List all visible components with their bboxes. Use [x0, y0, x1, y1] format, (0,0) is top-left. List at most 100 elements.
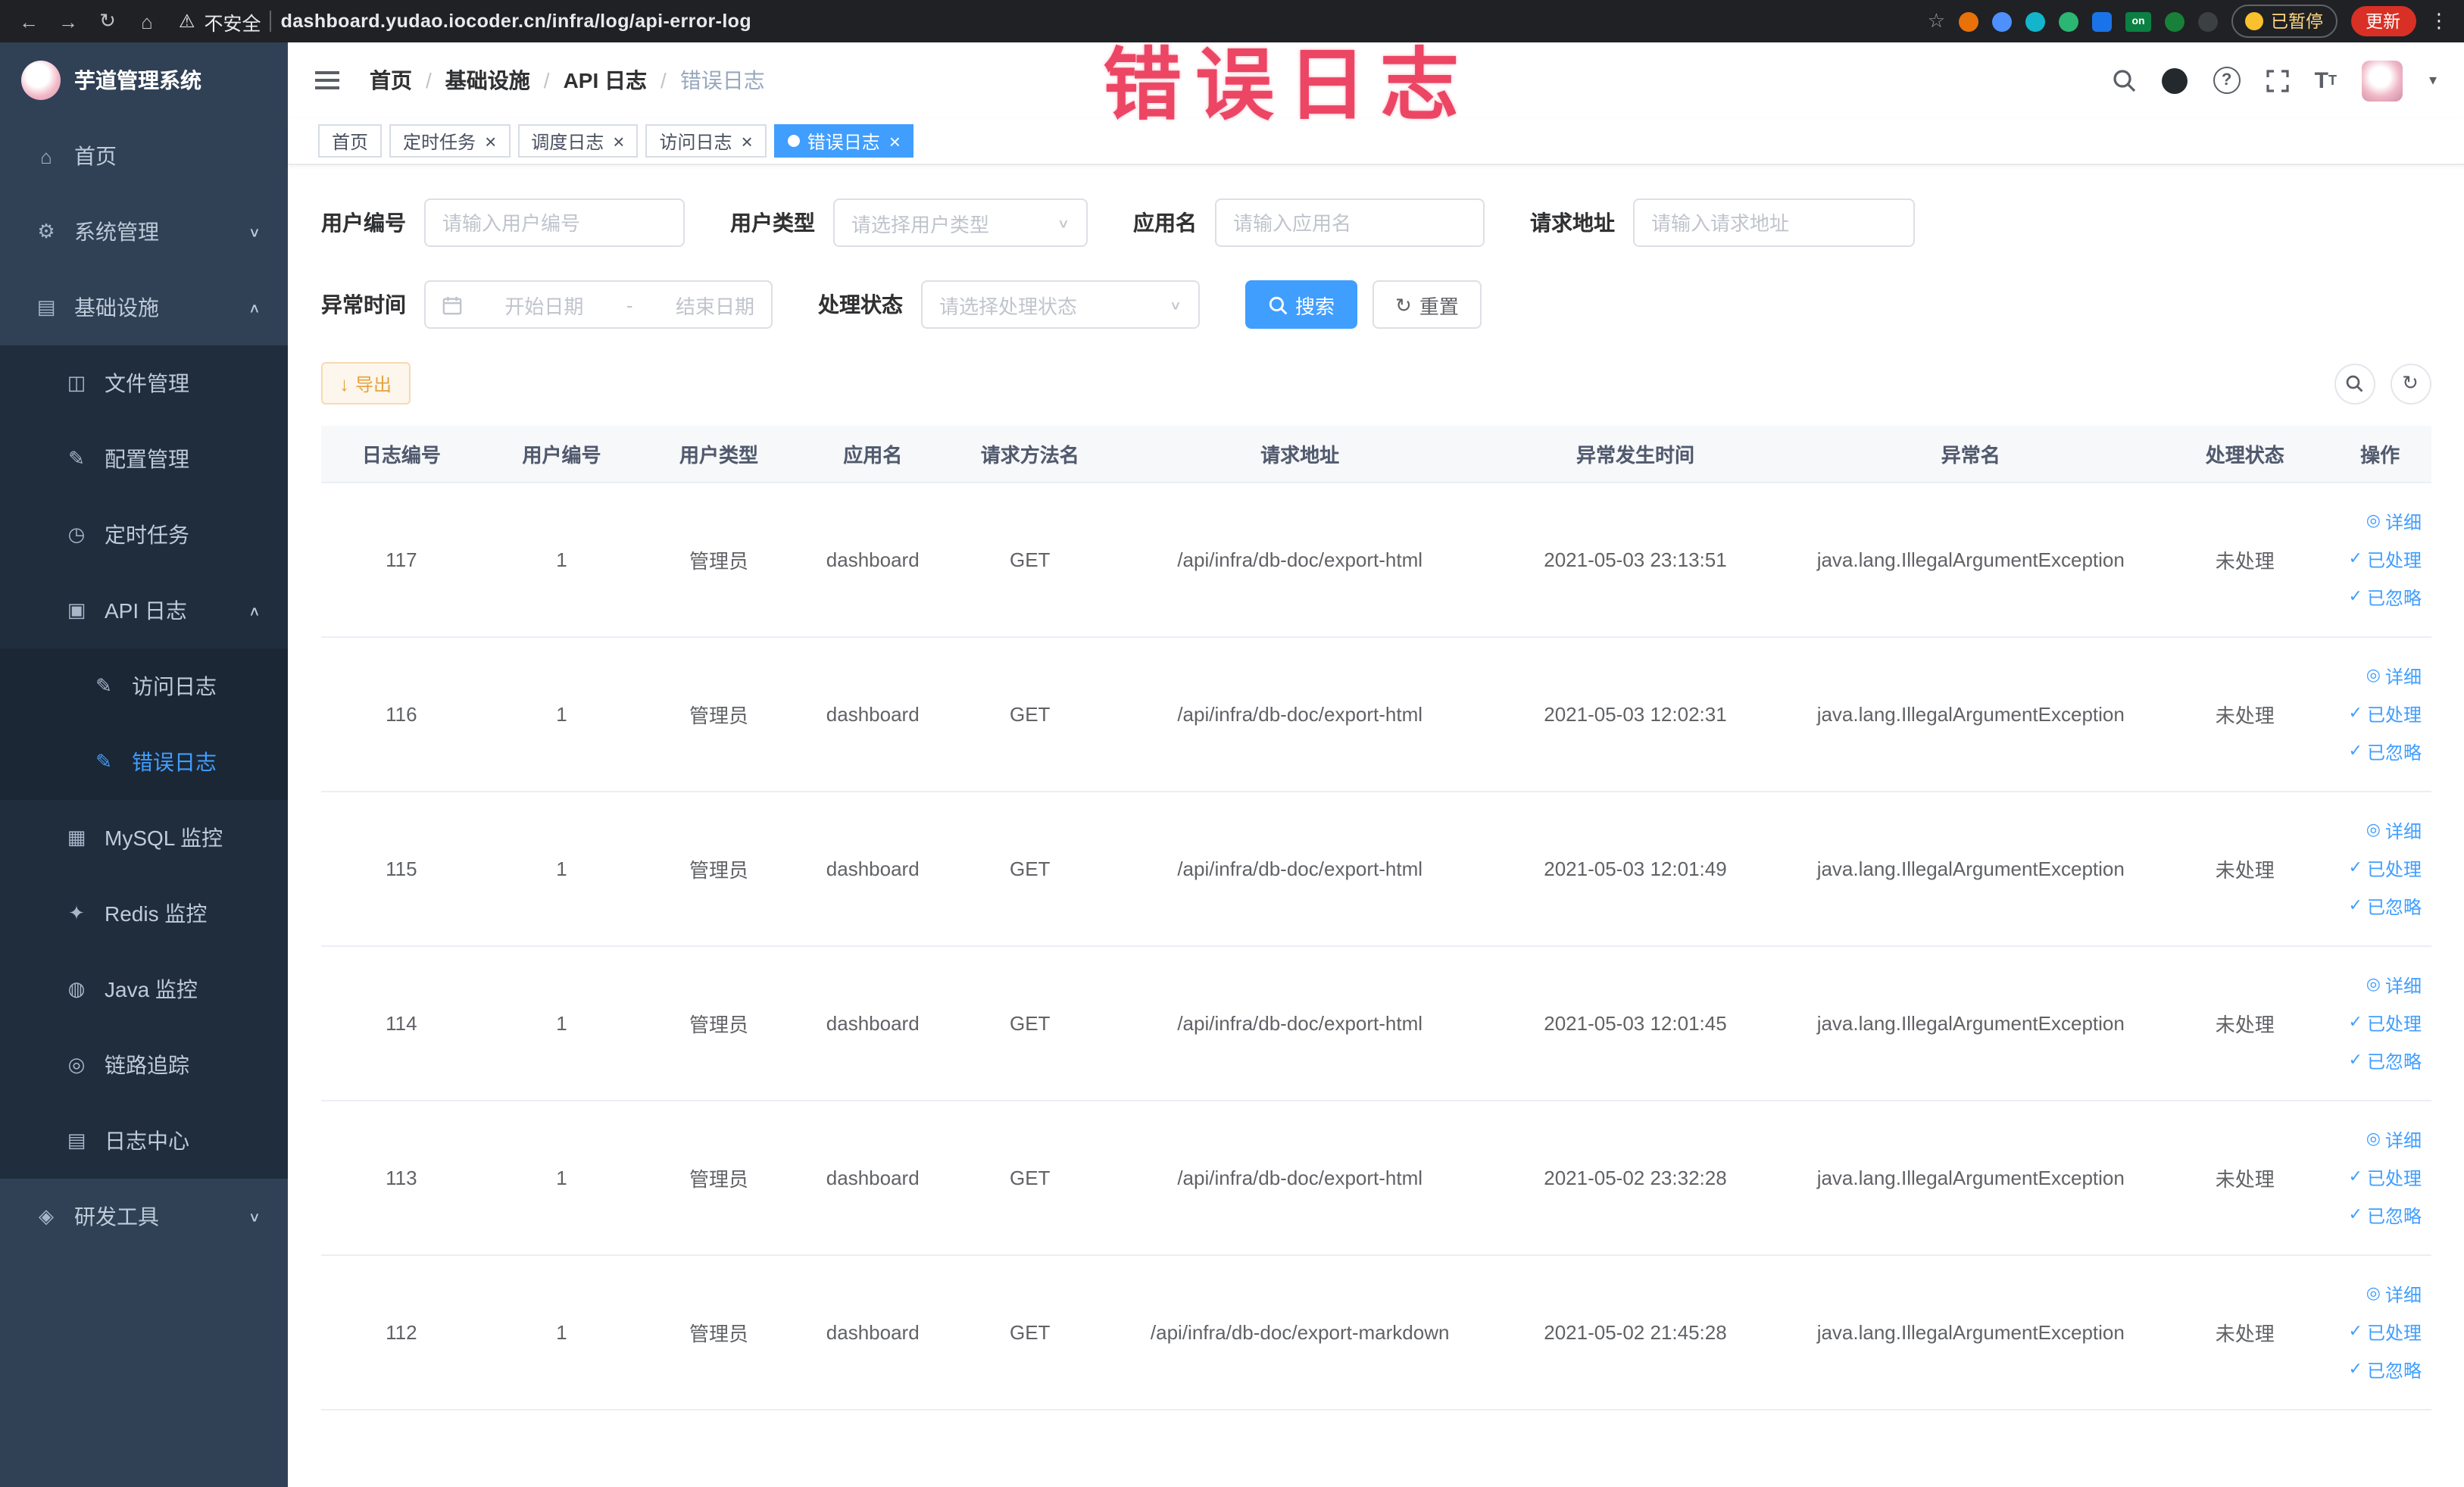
cell-method: GET	[949, 792, 1110, 947]
sidebar-item-mysql-monitor[interactable]: ▦ MySQL 监控	[0, 800, 288, 876]
eye-icon: ◎	[67, 1053, 86, 1076]
cell-exception: java.lang.IllegalArgumentException	[1781, 1255, 2161, 1410]
browser-menu-icon[interactable]: ⋮	[2429, 9, 2449, 33]
detail-link[interactable]: ◎ 详细	[2366, 818, 2422, 844]
github-icon[interactable]	[2161, 67, 2188, 93]
cell-actions: ◎ 详细 ✓ 已处理 ✓ 已忽略	[2329, 792, 2431, 947]
sidebar-collapse-icon[interactable]	[315, 79, 339, 82]
detail-link[interactable]: ◎ 详细	[2366, 1127, 2422, 1153]
paused-button[interactable]: 已暂停	[2231, 5, 2337, 38]
extension-icon[interactable]	[2025, 11, 2045, 31]
address-bar[interactable]: ⚠ 不安全 dashboard.yudao.iocoder.cn/infra/l…	[179, 7, 751, 36]
back-icon[interactable]: ←	[15, 10, 42, 33]
divider	[270, 11, 272, 32]
extension-on-badge-icon[interactable]: on	[2125, 11, 2151, 31]
mark-ignored-link[interactable]: ✓ 已忽略	[2349, 1357, 2422, 1383]
search-icon[interactable]	[2112, 68, 2136, 92]
detail-link[interactable]: ◎ 详细	[2366, 509, 2422, 535]
request-url-input[interactable]	[1633, 198, 1915, 247]
action-label: 已处理	[2366, 704, 2422, 726]
sidebar-item-api-log[interactable]: ▣ API 日志 ∧	[0, 573, 288, 648]
tab-home[interactable]: 首页	[318, 124, 383, 158]
sidebar-item-log-center[interactable]: ▤ 日志中心	[0, 1103, 288, 1179]
mark-ignored-link[interactable]: ✓ 已忽略	[2349, 585, 2422, 611]
check-icon: ✓	[2348, 550, 2363, 568]
eye-icon: ◎	[2366, 512, 2381, 530]
home-icon[interactable]: ⌂	[133, 10, 161, 33]
app-name-label: 应用名	[1133, 211, 1197, 235]
help-icon[interactable]: ?	[2213, 67, 2241, 94]
column-header: 操作	[2329, 426, 2431, 483]
extension-icon[interactable]	[2059, 11, 2078, 31]
cell-user-type: 管理员	[642, 1255, 796, 1410]
sidebar-item-redis-monitor[interactable]: ✦ Redis 监控	[0, 876, 288, 951]
close-icon[interactable]: ×	[485, 131, 496, 151]
action-label: 已忽略	[2366, 1360, 2422, 1382]
reload-icon[interactable]: ↻	[94, 9, 121, 33]
tab-schedule-log[interactable]: 调度日志 ×	[517, 124, 639, 158]
table-header-row: 日志编号 用户编号 用户类型 应用名 请求方法名 请求地址 异常发生时间 异常名…	[321, 426, 2431, 483]
mark-processed-link[interactable]: ✓ 已处理	[2349, 1011, 2422, 1036]
font-size-icon[interactable]: TT	[2315, 67, 2337, 93]
chevron-down-icon: ∨	[1057, 216, 1070, 230]
forward-icon[interactable]: →	[55, 10, 82, 33]
breadcrumb-item[interactable]: 基础设施	[445, 65, 530, 95]
toggle-search-button[interactable]	[2334, 363, 2375, 404]
reset-button[interactable]: ↻ 重置	[1373, 280, 1482, 329]
caret-down-icon[interactable]: ▾	[2429, 72, 2437, 89]
refresh-button[interactable]: ↻	[2390, 363, 2431, 404]
detail-link[interactable]: ◎ 详细	[2366, 664, 2422, 689]
close-icon[interactable]: ×	[613, 131, 624, 151]
close-icon[interactable]: ×	[889, 131, 901, 151]
mark-processed-link[interactable]: ✓ 已处理	[2349, 1320, 2422, 1345]
sidebar-item-java-monitor[interactable]: ◍ Java 监控	[0, 951, 288, 1027]
process-status-select[interactable]: 请选择处理状态 ∨	[921, 280, 1200, 329]
sidebar-item-scheduled-tasks[interactable]: ◷ 定时任务	[0, 497, 288, 573]
mark-ignored-link[interactable]: ✓ 已忽略	[2349, 1203, 2422, 1229]
user-id-input[interactable]	[424, 198, 685, 247]
sidebar-item-error-log[interactable]: ✎ 错误日志	[0, 724, 288, 800]
sidebar-item-trace[interactable]: ◎ 链路追踪	[0, 1027, 288, 1103]
detail-link[interactable]: ◎ 详细	[2366, 973, 2422, 998]
sidebar-item-file-management[interactable]: ◫ 文件管理	[0, 345, 288, 421]
breadcrumb-item-current: 错误日志	[679, 68, 765, 92]
mark-ignored-link[interactable]: ✓ 已忽略	[2349, 1048, 2422, 1074]
export-button[interactable]: ↓ 导出	[321, 362, 411, 405]
extension-icon[interactable]	[1959, 11, 1978, 31]
fullscreen-icon[interactable]	[2266, 69, 2289, 92]
avatar[interactable]	[2362, 60, 2403, 101]
mark-ignored-link[interactable]: ✓ 已忽略	[2349, 739, 2422, 765]
mark-processed-link[interactable]: ✓ 已处理	[2349, 856, 2422, 882]
mark-processed-link[interactable]: ✓ 已处理	[2349, 701, 2422, 727]
mark-ignored-link[interactable]: ✓ 已忽略	[2349, 894, 2422, 920]
breadcrumb-item[interactable]: 首页	[370, 65, 412, 95]
tab-scheduled-tasks[interactable]: 定时任务 ×	[389, 124, 511, 158]
tab-error-log[interactable]: 错误日志 ×	[773, 124, 914, 158]
tab-access-log[interactable]: 访问日志 ×	[645, 124, 767, 158]
extension-icon[interactable]	[2092, 11, 2112, 31]
mark-processed-link[interactable]: ✓ 已处理	[2349, 547, 2422, 573]
app-logo[interactable]: 芋道管理系统	[0, 42, 288, 118]
breadcrumb-item[interactable]: API 日志	[564, 65, 647, 95]
exception-time-range-picker[interactable]: 开始日期 - 结束日期	[424, 280, 773, 329]
mark-processed-link[interactable]: ✓ 已处理	[2349, 1165, 2422, 1191]
update-button[interactable]: 更新	[2350, 6, 2416, 36]
sidebar-item-system-management[interactable]: ⚙ 系统管理 ∨	[0, 194, 288, 270]
detail-link[interactable]: ◎ 详细	[2366, 1282, 2422, 1307]
sidebar-item-config-management[interactable]: ✎ 配置管理	[0, 421, 288, 497]
sidebar-item-dev-tools[interactable]: ◈ 研发工具 ∨	[0, 1179, 288, 1254]
cell-actions: ◎ 详细 ✓ 已处理 ✓ 已忽略	[2329, 1255, 2431, 1410]
app-name-input[interactable]	[1215, 198, 1485, 247]
search-button[interactable]: 搜索	[1245, 280, 1358, 329]
cell-method: GET	[949, 946, 1110, 1101]
cell-status: 未处理	[2160, 946, 2330, 1101]
sidebar-item-home[interactable]: ⌂ 首页	[0, 118, 288, 194]
extension-icon[interactable]	[2165, 11, 2184, 31]
close-icon[interactable]: ×	[742, 131, 753, 151]
extension-icon[interactable]	[1992, 11, 2012, 31]
user-type-select[interactable]: 请选择用户类型 ∨	[833, 198, 1088, 247]
sidebar-item-access-log[interactable]: ✎ 访问日志	[0, 648, 288, 724]
bookmark-star-icon[interactable]: ☆	[1928, 9, 1945, 33]
sidebar-item-infrastructure[interactable]: ▤ 基础设施 ∧	[0, 270, 288, 345]
extension-icon[interactable]	[2198, 11, 2218, 31]
